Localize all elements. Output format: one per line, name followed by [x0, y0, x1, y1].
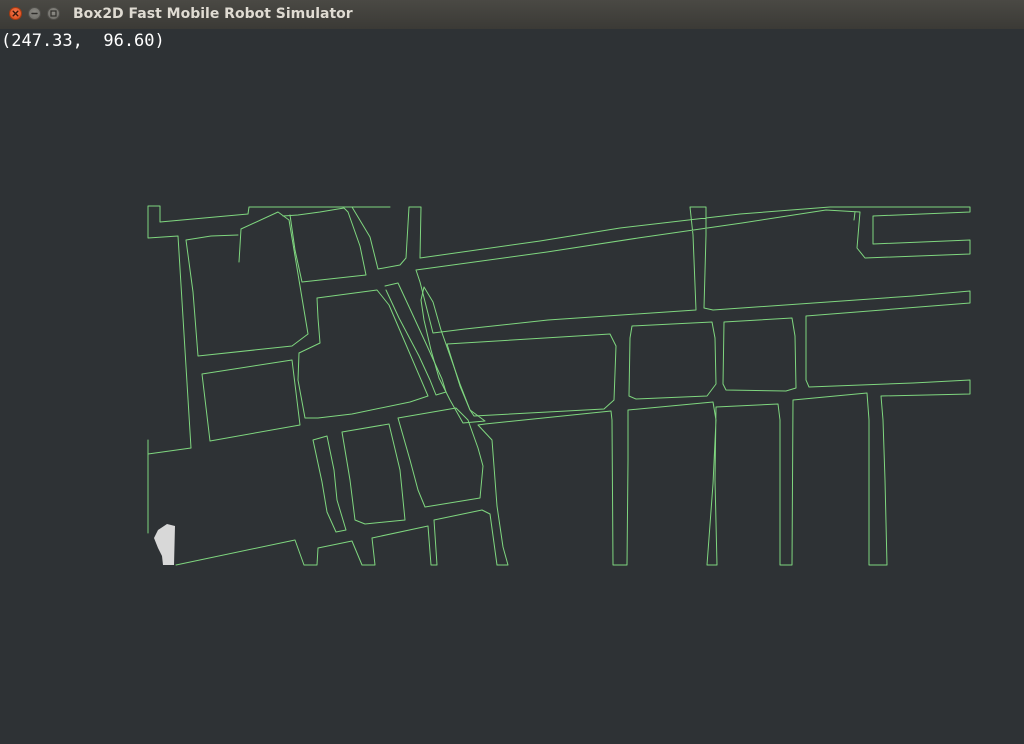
road-map — [147, 205, 971, 566]
coordinate-readout: (247.33, 96.60) — [1, 31, 165, 51]
robot-icon[interactable] — [154, 524, 175, 565]
